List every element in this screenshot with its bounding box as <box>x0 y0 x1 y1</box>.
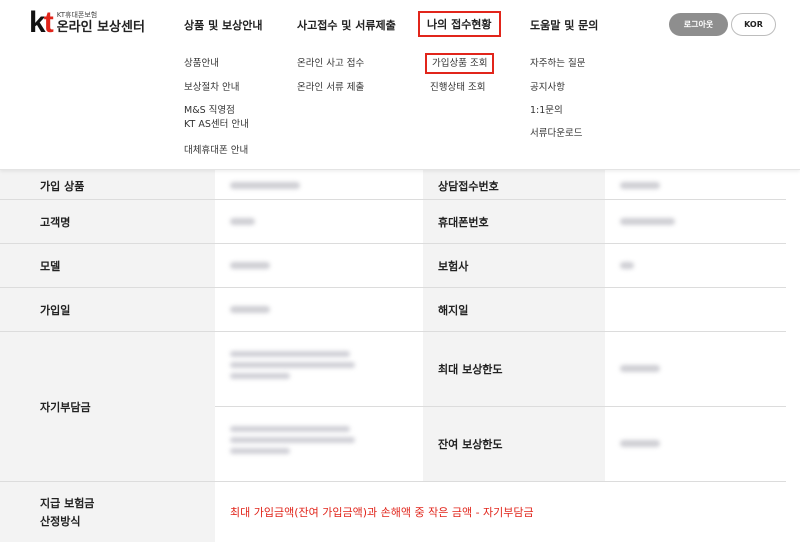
submenu-kt-as-center[interactable]: KT AS센터 안내 <box>184 118 249 131</box>
submenu-notice[interactable]: 공지사항 <box>530 81 565 94</box>
max-coverage-value <box>605 332 786 406</box>
language-button[interactable]: KOR <box>731 13 776 36</box>
cancel-date-label: 해지일 <box>423 288 605 331</box>
submenu-faq[interactable]: 자주하는 질문 <box>530 57 585 70</box>
phone-number-value <box>605 200 786 243</box>
model-label: 모델 <box>0 244 215 287</box>
payout-method-label: 지급 보험금 산정방식 <box>0 482 215 542</box>
subscription-info-table: 가입 상품 상담접수번호 고객명 휴대폰번호 모델 보험사 가입일 해지일 자기… <box>0 150 786 542</box>
table-row: 고객명 휴대폰번호 <box>0 200 786 244</box>
payout-method-label-line1: 지급 보험금 <box>40 497 95 510</box>
table-row: 자기부담금 최대 보상한도 잔여 보상한도 <box>0 332 786 482</box>
nav-my-status[interactable]: 나의 접수현황 <box>418 11 501 37</box>
submenu-progress-status[interactable]: 진행상태 조회 <box>430 81 485 94</box>
submenu-document-download[interactable]: 서류다운로드 <box>530 127 582 140</box>
table-row: 지급 보험금 산정방식 최대 가입금액(잔여 가입금액)과 손해액 중 작은 금… <box>0 482 786 542</box>
customer-name-label: 고객명 <box>0 200 215 243</box>
phone-number-label: 휴대폰번호 <box>423 200 605 243</box>
submenu-online-document-submit[interactable]: 온라인 서류 제출 <box>297 81 364 94</box>
submenu-online-accident-report[interactable]: 온라인 사고 접수 <box>297 57 364 70</box>
logo[interactable]: kt KT휴대폰보험 온라인 보상센터 <box>29 6 145 39</box>
nav-help[interactable]: 도움말 및 문의 <box>530 17 598 33</box>
logout-button[interactable]: 로그아웃 <box>669 13 728 36</box>
payout-method-label-line2: 산정방식 <box>40 515 81 528</box>
submenu-inquiry[interactable]: 1:1문의 <box>530 104 563 117</box>
global-header: kt KT휴대폰보험 온라인 보상센터 상품 및 보상안내 사고접수 및 서류제… <box>0 0 800 170</box>
deductible-label: 자기부담금 <box>0 332 215 481</box>
kt-logo-icon: kt <box>29 6 54 39</box>
submenu-product-info[interactable]: 상품안내 <box>184 57 219 70</box>
model-value <box>215 244 423 287</box>
deductible-value <box>215 332 423 481</box>
nav-products-guide[interactable]: 상품 및 보상안내 <box>184 17 263 33</box>
remaining-coverage-value <box>605 406 786 481</box>
insurer-value <box>605 244 786 287</box>
submenu-subscribed-product[interactable]: 가입상품 조회 <box>425 53 495 74</box>
join-date-label: 가입일 <box>0 288 215 331</box>
submenu-ms-store[interactable]: M&S 직영점 <box>184 104 235 117</box>
nav-accident-report[interactable]: 사고접수 및 서류제출 <box>297 17 396 33</box>
cancel-date-value <box>605 288 786 331</box>
table-row: 가입일 해지일 <box>0 288 786 332</box>
logo-subtitle: KT휴대폰보험 <box>56 11 98 19</box>
remaining-coverage-label: 잔여 보상한도 <box>423 406 605 481</box>
max-coverage-label: 최대 보상한도 <box>423 332 605 406</box>
customer-name-value <box>215 200 423 243</box>
logo-title: 온라인 보상센터 <box>56 20 145 35</box>
join-date-value <box>215 288 423 331</box>
submenu-loaner-phone[interactable]: 대체휴대폰 안내 <box>184 144 248 157</box>
table-row: 모델 보험사 <box>0 244 786 288</box>
insurer-label: 보험사 <box>423 244 605 287</box>
payout-method-note: 최대 가입금액(잔여 가입금액)과 손해액 중 작은 금액 - 자기부담금 <box>230 506 534 519</box>
submenu-claim-procedure[interactable]: 보상절차 안내 <box>184 81 239 94</box>
